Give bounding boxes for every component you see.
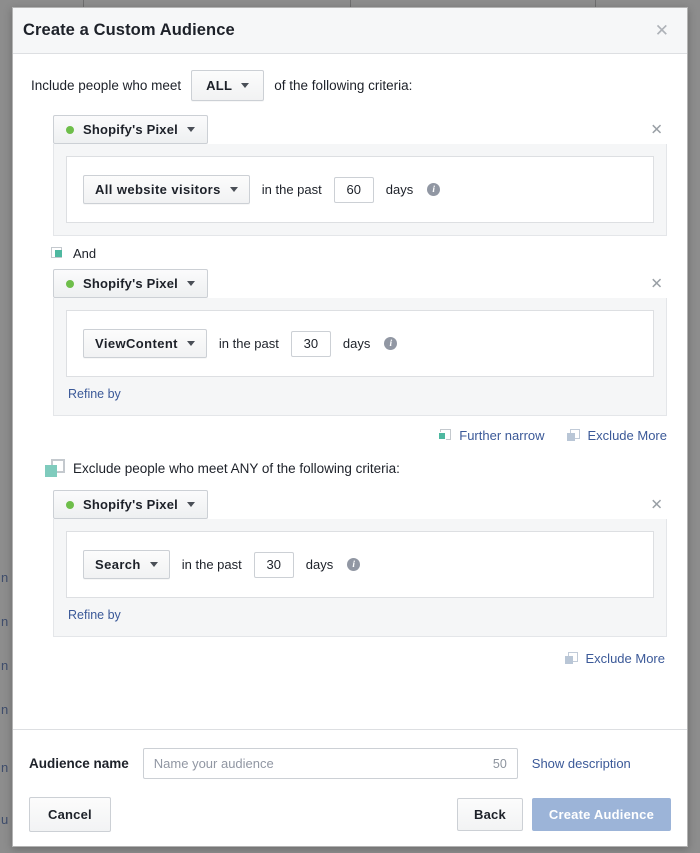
audience-name-label: Audience name <box>29 756 129 771</box>
further-narrow-button[interactable]: Further narrow <box>438 428 544 443</box>
back-button[interactable]: Back <box>457 798 523 831</box>
exclude-more-label: Exclude More <box>588 428 667 443</box>
exclude-header-label: Exclude people who meet ANY of the follo… <box>73 461 400 476</box>
rule-group: Shopify's Pixel ✕ Search in the past day… <box>23 490 677 637</box>
days-label: days <box>306 557 333 572</box>
background-text-fragment: n <box>1 702 8 717</box>
show-description-link[interactable]: Show description <box>532 756 631 771</box>
rule-source-row: Shopify's Pixel ✕ <box>23 269 677 298</box>
audience-name-input[interactable] <box>144 749 517 778</box>
background-text-fragment: u <box>1 812 8 827</box>
exclude-more-button[interactable]: Exclude More <box>565 651 665 666</box>
layers-exclude-icon <box>567 429 582 443</box>
in-the-past-label: in the past <box>219 336 279 351</box>
pixel-source-label: Shopify's Pixel <box>83 276 178 291</box>
event-label: ViewContent <box>95 336 178 351</box>
include-operator-dropdown[interactable]: ALL <box>191 70 264 101</box>
pixel-source-dropdown[interactable]: Shopify's Pixel <box>53 115 208 144</box>
days-label: days <box>386 182 413 197</box>
status-dot-icon <box>66 280 74 288</box>
rule-condition-row: All website visitors in the past days i <box>66 156 654 223</box>
pixel-source-dropdown[interactable]: Shopify's Pixel <box>53 269 208 298</box>
page-title: Create a Custom Audience <box>23 21 651 40</box>
pixel-source-dropdown[interactable]: Shopify's Pixel <box>53 490 208 519</box>
include-operator-value: ALL <box>206 78 232 93</box>
chevron-down-icon <box>187 127 195 132</box>
exclude-more-links: Exclude More <box>23 637 677 666</box>
rule-panel: All website visitors in the past days i <box>53 144 667 236</box>
background-text-fragment: n <box>1 760 8 775</box>
chevron-down-icon <box>187 281 195 286</box>
exclude-criteria-header: Exclude people who meet ANY of the follo… <box>23 453 677 490</box>
chevron-down-icon <box>230 187 238 192</box>
in-the-past-label: in the past <box>262 182 322 197</box>
close-icon[interactable]: ✕ <box>651 20 673 41</box>
dialog-actions: Cancel Back Create Audience <box>29 797 671 832</box>
create-audience-button[interactable]: Create Audience <box>532 798 671 831</box>
event-label: Search <box>95 557 141 572</box>
character-counter: 50 <box>493 757 507 771</box>
narrow-exclude-links: Further narrow Exclude More <box>23 416 677 453</box>
include-suffix-label: of the following criteria: <box>274 78 412 93</box>
background-text-fragment: n <box>1 614 8 629</box>
create-custom-audience-dialog: Create a Custom Audience ✕ Include peopl… <box>12 7 688 847</box>
event-dropdown[interactable]: All website visitors <box>83 175 250 204</box>
background-text-fragment: n <box>1 658 8 673</box>
rule-condition-row: Search in the past days i <box>66 531 654 598</box>
remove-rule-button[interactable]: ✕ <box>650 497 663 512</box>
days-label: days <box>343 336 370 351</box>
and-label: And <box>73 246 96 261</box>
refine-by-link[interactable]: Refine by <box>66 377 121 403</box>
rule-source-row: Shopify's Pixel ✕ <box>23 490 677 519</box>
rule-panel: ViewContent in the past days i Refine by <box>53 298 667 416</box>
layers-narrow-icon <box>438 429 453 443</box>
audience-name-field[interactable]: 50 <box>143 748 518 779</box>
layers-exclude-icon <box>565 652 580 666</box>
info-icon[interactable]: i <box>384 337 397 350</box>
status-dot-icon <box>66 501 74 509</box>
remove-rule-button[interactable]: ✕ <box>650 276 663 291</box>
info-icon[interactable]: i <box>347 558 360 571</box>
audience-name-row: Audience name 50 Show description <box>29 748 671 779</box>
rule-group: Shopify's Pixel ✕ All website visitors i… <box>23 115 677 236</box>
background-text-fragment: n <box>1 570 8 585</box>
pixel-source-label: Shopify's Pixel <box>83 497 178 512</box>
chevron-down-icon <box>150 562 158 567</box>
event-dropdown[interactable]: ViewContent <box>83 329 207 358</box>
info-icon[interactable]: i <box>427 183 440 196</box>
rule-group: Shopify's Pixel ✕ ViewContent in the pas… <box>23 269 677 416</box>
chevron-down-icon <box>241 83 249 88</box>
rule-panel: Search in the past days i Refine by <box>53 519 667 637</box>
in-the-past-label: in the past <box>182 557 242 572</box>
further-narrow-label: Further narrow <box>459 428 544 443</box>
dialog-header: Create a Custom Audience ✕ <box>13 8 687 54</box>
retention-days-input[interactable] <box>334 177 374 203</box>
layers-narrow-icon <box>51 247 66 261</box>
layers-exclude-icon <box>45 459 65 478</box>
exclude-more-button[interactable]: Exclude More <box>567 428 667 443</box>
include-criteria-header: Include people who meet ALL of the follo… <box>23 54 677 115</box>
rule-condition-row: ViewContent in the past days i <box>66 310 654 377</box>
event-label: All website visitors <box>95 182 221 197</box>
dialog-body: Include people who meet ALL of the follo… <box>13 54 687 729</box>
status-dot-icon <box>66 126 74 134</box>
dialog-footer: Audience name 50 Show description Cancel… <box>13 729 687 846</box>
exclude-more-label: Exclude More <box>586 651 665 666</box>
pixel-source-label: Shopify's Pixel <box>83 122 178 137</box>
include-prefix-label: Include people who meet <box>31 78 181 93</box>
chevron-down-icon <box>187 502 195 507</box>
and-separator: And <box>23 236 677 269</box>
chevron-down-icon <box>187 341 195 346</box>
event-dropdown[interactable]: Search <box>83 550 170 579</box>
refine-by-link[interactable]: Refine by <box>66 598 121 624</box>
retention-days-input[interactable] <box>254 552 294 578</box>
cancel-button[interactable]: Cancel <box>29 797 111 832</box>
rule-source-row: Shopify's Pixel ✕ <box>23 115 677 144</box>
remove-rule-button[interactable]: ✕ <box>650 122 663 137</box>
retention-days-input[interactable] <box>291 331 331 357</box>
